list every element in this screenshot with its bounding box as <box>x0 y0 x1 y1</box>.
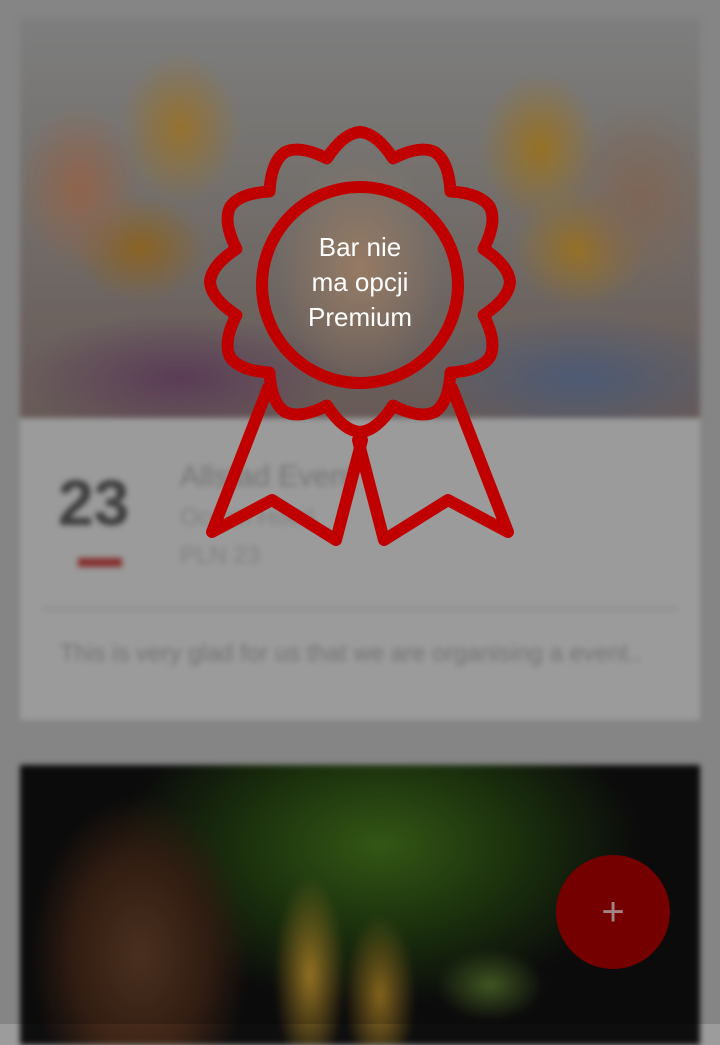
premium-badge-line: ma opcji <box>311 267 409 297</box>
award-ribbon-icon <box>204 126 516 546</box>
premium-badge-line: Bar nie <box>318 232 402 262</box>
premium-badge-overlay: Bar nie ma opcji Premium <box>0 0 720 1024</box>
premium-badge-label: Bar nie ma opcji Premium <box>260 230 460 335</box>
premium-badge-line: Premium <box>307 302 412 332</box>
